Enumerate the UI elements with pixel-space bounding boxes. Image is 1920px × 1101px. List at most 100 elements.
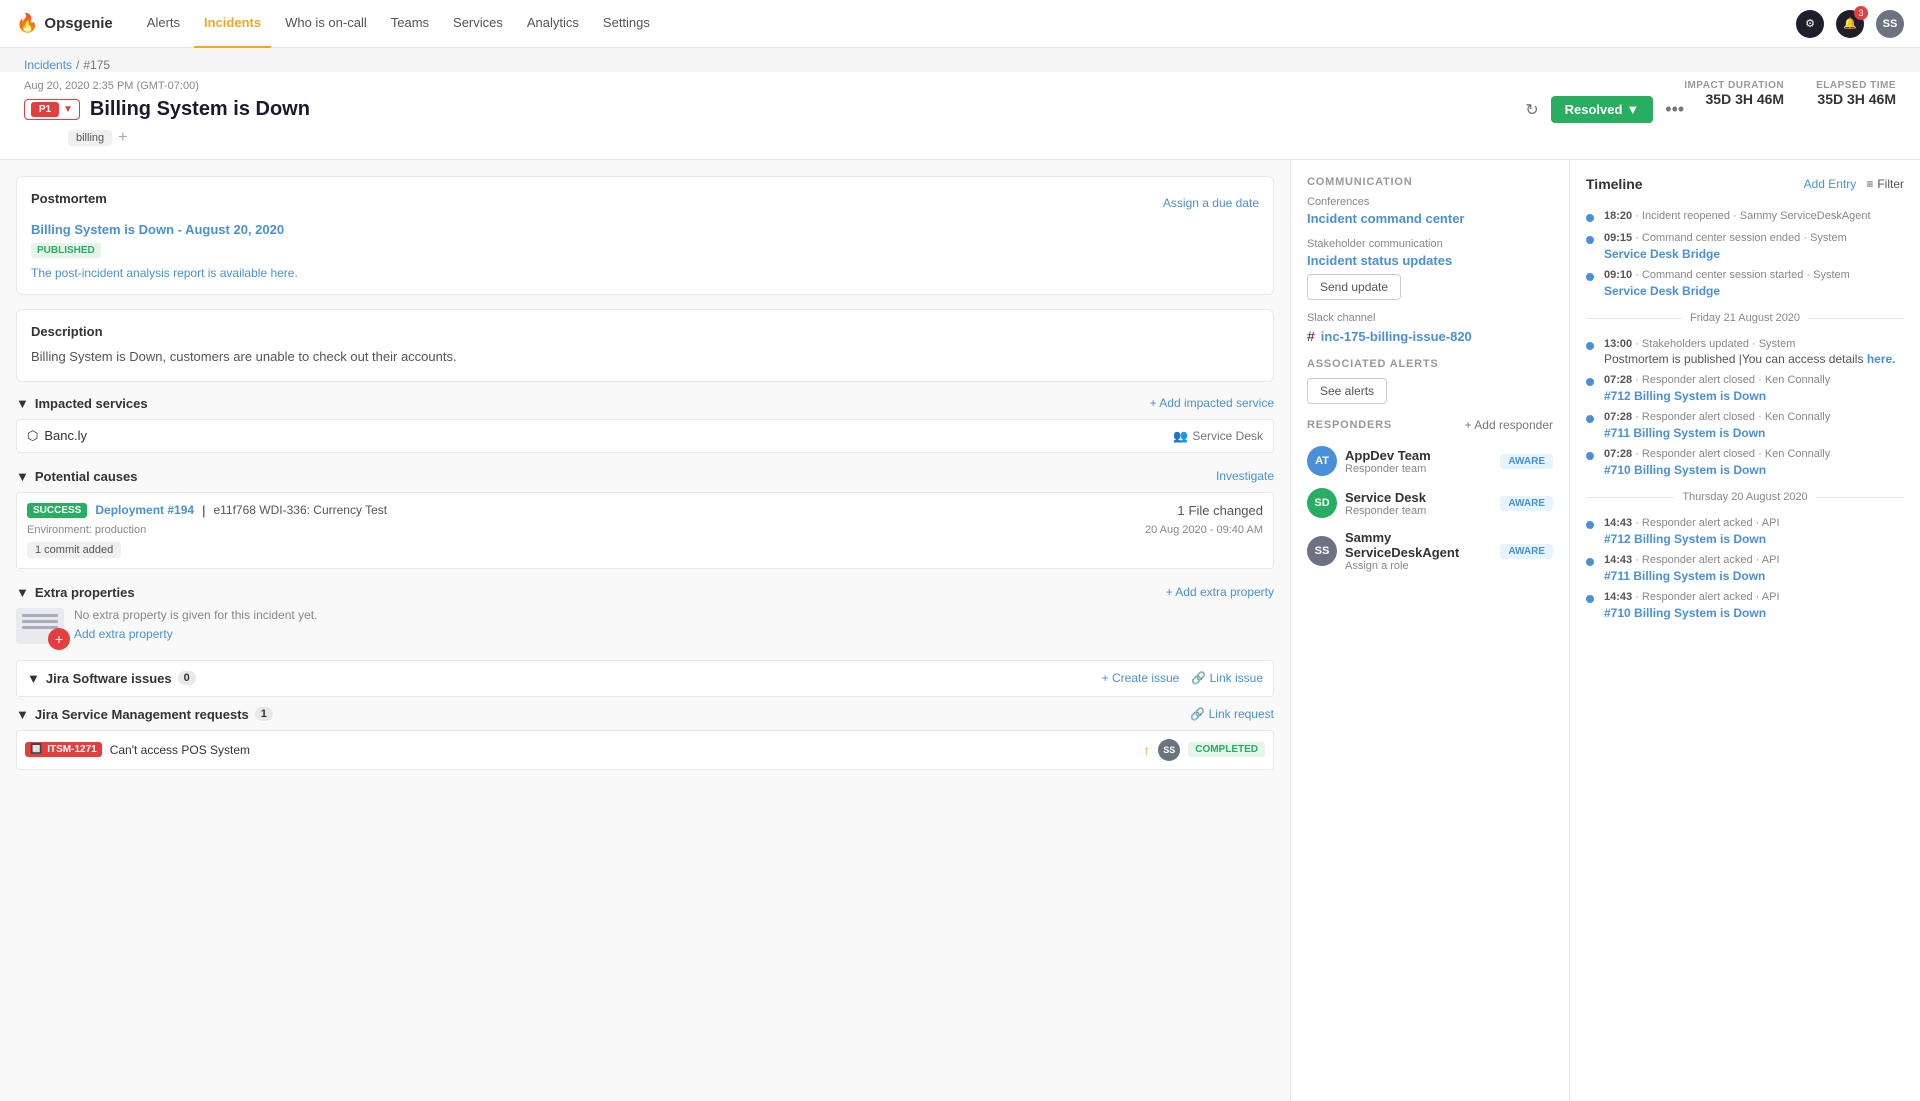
slack-channel-link[interactable]: inc-175-billing-issue-820: [1321, 329, 1472, 344]
timeline-link[interactable]: Service Desk Bridge: [1604, 247, 1720, 261]
collapse-icon[interactable]: ▼: [16, 396, 29, 411]
timeline-link[interactable]: #710 Billing System is Down: [1604, 463, 1766, 477]
timeline-here-link[interactable]: here.: [1867, 352, 1896, 366]
sammy-role: Assign a role: [1345, 560, 1492, 572]
elapsed-time-stat: ELAPSED TIME 35D 3H 46M: [1816, 80, 1896, 107]
investigate-button[interactable]: Investigate: [1216, 469, 1274, 483]
nav-items: Alerts Incidents Who is on-call Teams Se…: [137, 0, 1772, 48]
collapse-icon[interactable]: ▼: [27, 671, 40, 686]
timeline-link[interactable]: Service Desk Bridge: [1604, 284, 1720, 298]
more-options-button[interactable]: •••: [1665, 99, 1684, 120]
timeline-text: Postmortem is published |You can access …: [1604, 352, 1904, 366]
incident-command-center-link[interactable]: Incident command center: [1307, 211, 1464, 226]
responder-servicedesk: SD Service Desk Responder team AWARE: [1307, 482, 1553, 524]
user-avatar[interactable]: SS: [1876, 10, 1904, 38]
nav-settings[interactable]: Settings: [593, 0, 660, 48]
add-impacted-service-button[interactable]: + Add impacted service: [1150, 396, 1274, 410]
incident-title: Billing System is Down: [90, 98, 310, 121]
description-card: Description Billing System is Down, cust…: [16, 309, 1274, 382]
timeline-meta: 14:43 · Responder alert acked · API: [1604, 554, 1904, 566]
nav-right: ⚙ 🔔 3 SS: [1796, 10, 1904, 38]
tag-billing[interactable]: billing: [68, 130, 112, 146]
deployment-environment: Environment: production: [27, 524, 146, 536]
servicedesk-avatar: SD: [1307, 488, 1337, 518]
refresh-button[interactable]: ↻: [1525, 100, 1538, 120]
assign-due-button[interactable]: Assign a due date: [1163, 196, 1259, 210]
breadcrumb-current: #175: [83, 58, 110, 72]
timeline-dot: [1586, 214, 1594, 222]
timeline-meta: 07:28 · Responder alert closed · Ken Con…: [1604, 374, 1904, 386]
timeline-link[interactable]: #712 Billing System is Down: [1604, 532, 1766, 546]
notifications-button[interactable]: 🔔 3: [1836, 10, 1864, 38]
jira-service-section: ▼ Jira Service Management requests 1 🔗 L…: [16, 707, 1274, 770]
nav-who-is-on-call[interactable]: Who is on-call: [275, 0, 377, 48]
link-request-button[interactable]: 🔗 Link request: [1190, 707, 1274, 721]
nav-services[interactable]: Services: [443, 0, 513, 48]
timeline-meta: 09:15 · Command center session ended · S…: [1604, 232, 1904, 244]
responders-label: RESPONDERS: [1307, 419, 1392, 431]
timeline-item: 14:43 · Responder alert acked · API #710…: [1586, 587, 1904, 624]
nav-analytics[interactable]: Analytics: [517, 0, 589, 48]
timeline-content: 09:15 · Command center session ended · S…: [1604, 232, 1904, 261]
servicedesk-name: Service Desk: [1345, 490, 1492, 505]
create-issue-button[interactable]: + Create issue: [1102, 671, 1180, 685]
responders-header: RESPONDERS + Add responder: [1307, 418, 1553, 432]
add-property-plus-button[interactable]: +: [48, 628, 70, 650]
impact-duration-value: 35D 3H 46M: [1684, 91, 1784, 107]
add-extra-property-link[interactable]: Add extra property: [74, 627, 173, 641]
add-extra-property-button[interactable]: + Add extra property: [1166, 585, 1274, 599]
postmortem-description[interactable]: The post-incident analysis report is ava…: [31, 266, 1259, 280]
link-issue-button[interactable]: 🔗 Link issue: [1191, 671, 1263, 685]
filter-button[interactable]: ≡ Filter: [1866, 177, 1904, 191]
slack-icon: #: [1307, 328, 1315, 344]
priority-badge[interactable]: P1 ▼: [24, 99, 80, 120]
commit-badge: 1 commit added: [27, 542, 121, 558]
timeline-title: Timeline: [1586, 176, 1643, 192]
potential-causes-section: ▼ Potential causes Investigate SUCCESS D…: [16, 469, 1274, 569]
collapse-icon[interactable]: ▼: [16, 585, 29, 600]
collapse-icon[interactable]: ▼: [16, 707, 29, 722]
stakeholder-label: Stakeholder communication: [1307, 238, 1553, 250]
search-icon[interactable]: ⚙: [1796, 10, 1824, 38]
nav-incidents[interactable]: Incidents: [194, 0, 271, 48]
day-divider-friday: Friday 21 August 2020: [1586, 312, 1904, 324]
deployment-date: 20 Aug 2020 - 09:40 AM: [1145, 524, 1263, 536]
service-name: ⬡ Banc.ly: [27, 428, 87, 444]
nav-alerts[interactable]: Alerts: [137, 0, 190, 48]
timeline-link[interactable]: #710 Billing System is Down: [1604, 606, 1766, 620]
team-icon: 👥: [1173, 429, 1188, 443]
collapse-icon[interactable]: ▼: [16, 469, 29, 484]
deployment-status: SUCCESS: [27, 503, 87, 518]
add-responder-button[interactable]: + Add responder: [1465, 418, 1553, 432]
postmortem-link[interactable]: Billing System is Down - August 20, 2020: [31, 222, 1259, 237]
extra-props-icon: +: [16, 608, 64, 644]
potential-causes-title: ▼ Potential causes: [16, 469, 137, 484]
status-button[interactable]: Resolved ▼: [1551, 96, 1654, 123]
incident-status-updates-link[interactable]: Incident status updates: [1307, 253, 1452, 268]
timeline-link[interactable]: #712 Billing System is Down: [1604, 389, 1766, 403]
timeline-link[interactable]: #711 Billing System is Down: [1604, 569, 1765, 583]
jsm-id: 🔲 ITSM-1271: [25, 742, 102, 757]
nav-teams[interactable]: Teams: [381, 0, 439, 48]
add-entry-button[interactable]: Add Entry: [1804, 177, 1857, 191]
add-tag-button[interactable]: +: [118, 129, 127, 147]
timeline-content: 18:20 · Incident reopened · Sammy Servic…: [1604, 210, 1904, 224]
day-divider-thursday: Thursday 20 August 2020: [1586, 491, 1904, 503]
impact-duration-label: IMPACT DURATION: [1684, 80, 1784, 91]
send-update-button[interactable]: Send update: [1307, 274, 1401, 300]
header-actions: ↻ Resolved ▼ •••: [1525, 96, 1684, 123]
appdev-status: AWARE: [1500, 454, 1553, 469]
extra-properties-title: ▼ Extra properties: [16, 585, 135, 600]
deployment-id[interactable]: Deployment #194: [95, 503, 194, 517]
tags-row: billing +: [68, 129, 1684, 147]
priority-label: P1: [31, 102, 59, 117]
logo[interactable]: 🔥 Opsgenie: [16, 13, 113, 34]
extra-properties-section: ▼ Extra properties + Add extra property …: [16, 585, 1274, 644]
breadcrumb-parent[interactable]: Incidents: [24, 58, 72, 72]
app-name: Opsgenie: [44, 15, 112, 32]
jira-issues-section: ▼ Jira Software issues 0 + Create issue …: [16, 660, 1274, 697]
elapsed-time-value: 35D 3H 46M: [1816, 91, 1896, 107]
service-icon: ⬡: [27, 428, 38, 444]
timeline-link[interactable]: #711 Billing System is Down: [1604, 426, 1765, 440]
see-alerts-button[interactable]: See alerts: [1307, 378, 1387, 404]
